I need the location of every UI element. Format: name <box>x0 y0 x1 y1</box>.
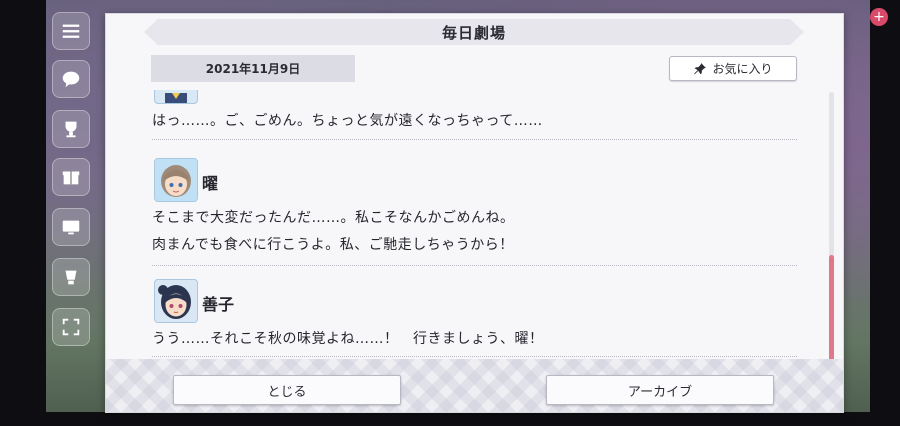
trophy-icon[interactable] <box>52 110 90 148</box>
dialog-footer: とじる アーカイブ <box>106 359 843 412</box>
daily-theater-dialog: 毎日劇場 2021年11月9日 お気に入り はっ……。ご、ごめん。ちょっと気が遠… <box>105 13 844 413</box>
dialogue-line: 肉まんでも食べに行こうよ。私、ご馳走しちゃうから！ <box>152 237 514 253</box>
dialogue-entry: うう……それこそ秋の味覚よね……！ 行きましょう、曜！ <box>152 326 802 353</box>
entry-divider <box>152 265 797 266</box>
dialogue-entry: はっ……。ご、ごめん。ちょっと気が遠くなっちゃって…… <box>152 108 802 135</box>
dialog-title-bar: 毎日劇場 <box>144 19 804 45</box>
dialogue-log[interactable]: はっ……。ご、ごめん。ちょっと気が遠くなっちゃって…… 曜 そこまで大変だったん… <box>152 90 812 358</box>
device-bezel-left <box>0 0 46 426</box>
screen-icon[interactable] <box>52 208 90 246</box>
dialog-title: 毎日劇場 <box>441 23 506 42</box>
speaker-name: 善子 <box>202 295 235 314</box>
plus-icon[interactable]: + <box>870 8 888 26</box>
cup-icon[interactable] <box>52 258 90 296</box>
gift-icon[interactable] <box>52 158 90 196</box>
avatar <box>154 90 198 104</box>
entry-divider <box>152 139 797 140</box>
avatar <box>154 158 198 202</box>
close-button[interactable]: とじる <box>173 375 401 405</box>
dialogue-entry: そこまで大変だったんだ……。私こそなんかごめんね。 肉まんでも食べに行こうよ。私… <box>152 205 802 259</box>
device-bezel-right <box>870 0 900 426</box>
scrollbar-thumb[interactable] <box>829 255 834 370</box>
archive-button[interactable]: アーカイブ <box>546 375 774 405</box>
pin-icon <box>694 62 707 74</box>
chat-icon[interactable] <box>52 60 90 98</box>
dialogue-line: うう……それこそ秋の味覚よね……！ 行きましょう、曜！ <box>152 331 544 347</box>
expand-icon[interactable] <box>52 308 90 346</box>
menu-icon[interactable] <box>52 12 90 50</box>
speaker-name: 曜 <box>202 174 219 193</box>
device-bezel-bottom <box>0 412 900 426</box>
entry-divider <box>152 356 797 357</box>
date-label: 2021年11月9日 <box>151 55 355 82</box>
avatar <box>154 279 198 323</box>
favorite-button[interactable]: お気に入り <box>669 56 797 81</box>
dialogue-line: はっ……。ご、ごめん。ちょっと気が遠くなっちゃって…… <box>152 113 543 129</box>
favorite-button-label: お気に入り <box>712 62 773 76</box>
dialogue-line: そこまで大変だったんだ……。私こそなんかごめんね。 <box>152 210 515 226</box>
